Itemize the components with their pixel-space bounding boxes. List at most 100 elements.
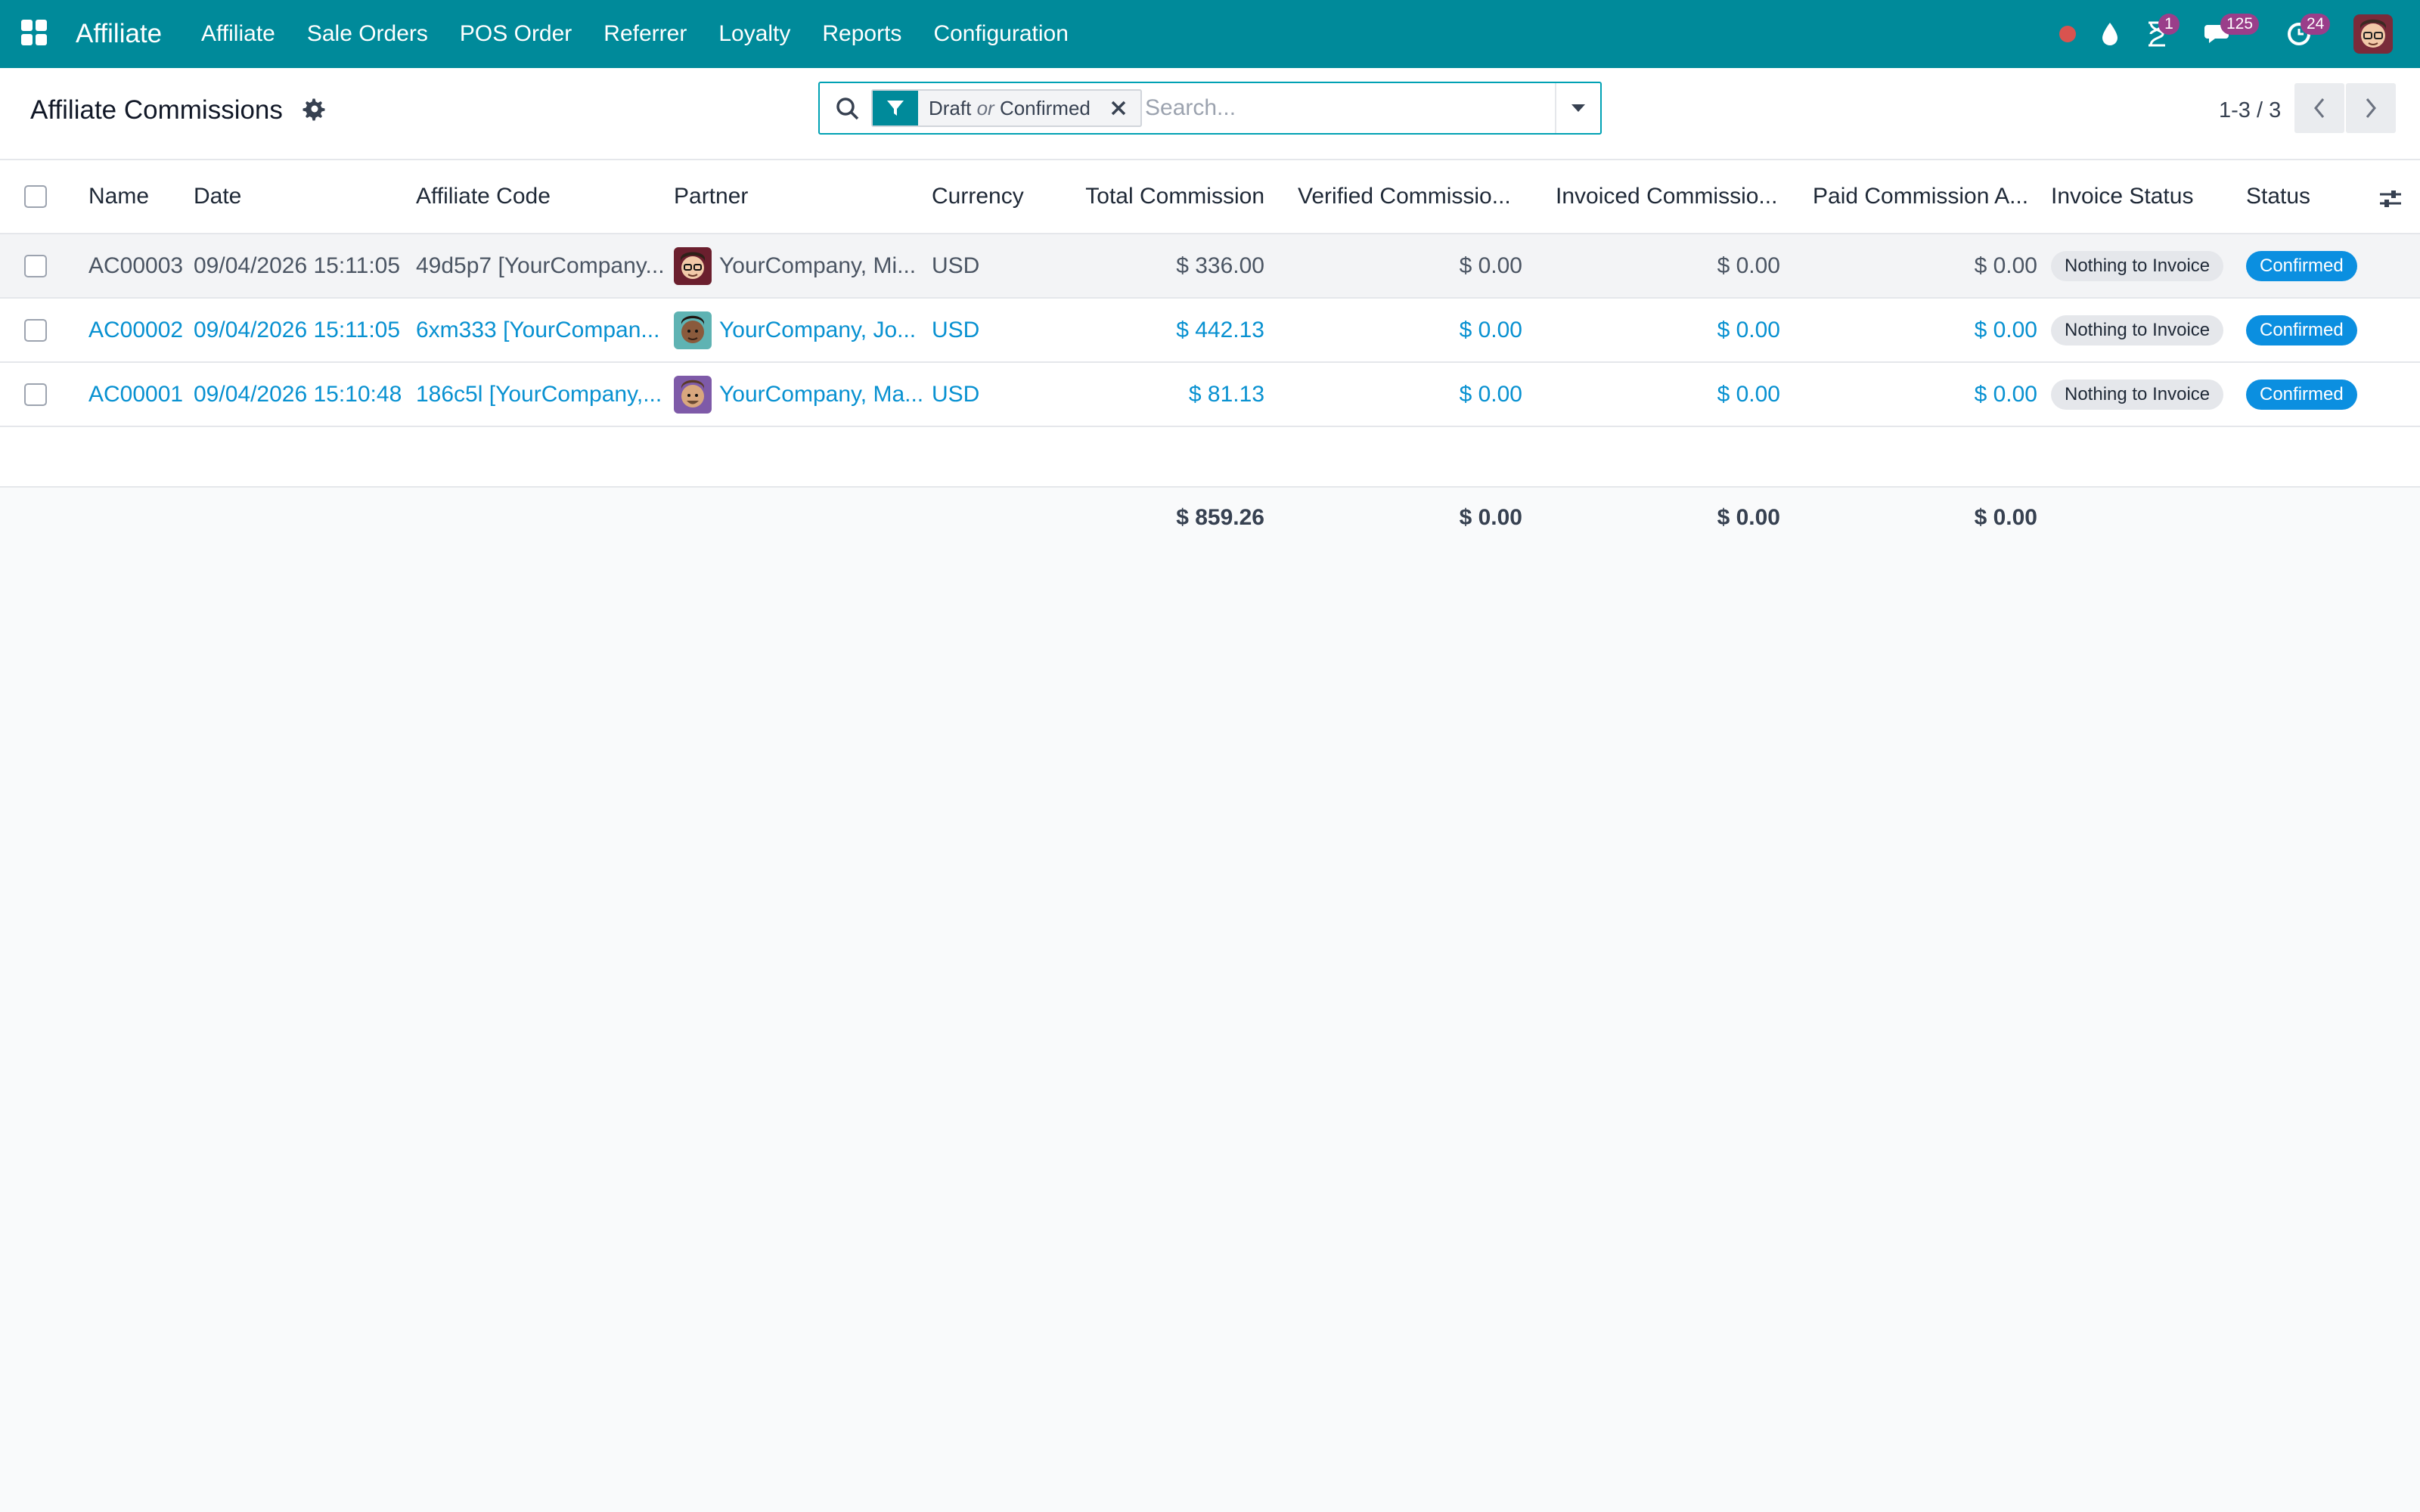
updates-clock-icon[interactable]: 24 (2282, 0, 2331, 68)
cell-total-commission[interactable]: $ 81.13 (1059, 363, 1264, 426)
status-badge: Confirmed (2246, 250, 2357, 281)
invoice-status-badge: Nothing to Invoice (2051, 314, 2224, 345)
facet-values: Draft or Confirmed (918, 97, 1091, 120)
invoice-status-badge: Nothing to Invoice (2051, 250, 2224, 281)
cell-name[interactable]: AC00002 (88, 299, 187, 361)
status-badge: Confirmed (2246, 314, 2357, 345)
row-checkbox[interactable] (24, 318, 47, 342)
cell-invoiced-commission[interactable]: $ 0.00 (1556, 234, 1780, 297)
row-checkbox[interactable] (24, 383, 47, 406)
cell-partner[interactable]: YourCompany, Ma... (674, 363, 923, 426)
column-header-date[interactable]: Date (194, 160, 405, 233)
messages-chat-icon[interactable]: 125 (2202, 0, 2260, 68)
column-header-total-commission[interactable]: Total Commission (1059, 160, 1264, 233)
menu-loyalty[interactable]: Loyalty (703, 0, 806, 68)
user-avatar[interactable] (2353, 14, 2393, 54)
table-row[interactable]: AC00002 09/04/2026 15:11:05 6xm333 [Your… (0, 299, 2420, 363)
cell-paid-commission[interactable]: $ 0.00 (1813, 363, 2037, 426)
invoice-status-badge: Nothing to Invoice (2051, 379, 2224, 410)
menu-pos-order[interactable]: POS Order (444, 0, 588, 68)
total-paid-commission: $ 0.00 (1974, 505, 2037, 530)
partner-avatar (674, 311, 712, 349)
pager-value[interactable]: 1-3 / 3 (2219, 91, 2281, 130)
app-brand[interactable]: Affiliate (76, 0, 162, 68)
cell-paid-commission[interactable]: $ 0.00 (1813, 299, 2037, 361)
column-header-affiliate-code[interactable]: Affiliate Code (416, 160, 658, 233)
column-header-paid-commission[interactable]: Paid Commission A... (1813, 160, 2032, 233)
cell-currency[interactable]: USD (932, 363, 1053, 426)
menu-reports[interactable]: Reports (806, 0, 917, 68)
page-title: Affiliate Commissions (30, 95, 283, 125)
cell-name[interactable]: AC00001 (88, 363, 187, 426)
column-header-verified-commission[interactable]: Verified Commissio... (1298, 160, 1525, 233)
cell-invoice-status[interactable]: Nothing to Invoice (2051, 234, 2240, 297)
search-options-toggle[interactable] (1555, 83, 1600, 133)
cell-affiliate-code[interactable]: 186c5l [YourCompany,... (416, 363, 666, 426)
column-header-name[interactable]: Name (88, 160, 187, 233)
column-header-invoiced-commission[interactable]: Invoiced Commissio... (1556, 160, 1782, 233)
table-footer-totals: $ 859.26 $ 0.00 $ 0.00 $ 0.00 (0, 488, 2420, 548)
apps-grid-icon[interactable] (21, 20, 48, 47)
cell-total-commission[interactable]: $ 336.00 (1059, 234, 1264, 297)
optional-columns-sliders-icon[interactable] (2378, 186, 2403, 212)
search-icon[interactable] (835, 96, 861, 122)
partner-name: YourCompany, Jo... (719, 317, 917, 342)
total-invoiced-commission: $ 0.00 (1717, 505, 1780, 530)
column-header-status[interactable]: Status (2246, 160, 2360, 233)
cell-date[interactable]: 09/04/2026 15:11:05 (194, 234, 408, 297)
chevron-right-icon (2366, 98, 2376, 118)
select-all-checkbox[interactable] (24, 185, 47, 208)
search-input[interactable] (1145, 89, 1523, 127)
cell-currency[interactable]: USD (932, 234, 1053, 297)
cell-verified-commission[interactable]: $ 0.00 (1298, 234, 1522, 297)
facet-value-confirmed: Confirmed (999, 96, 1091, 119)
table-row[interactable]: AC00003 09/04/2026 15:11:05 49d5p7 [Your… (0, 234, 2420, 299)
cell-status[interactable]: Confirmed (2246, 299, 2375, 361)
cell-invoiced-commission[interactable]: $ 0.00 (1556, 299, 1780, 361)
status-dot-icon[interactable] (2052, 0, 2083, 68)
cell-partner[interactable]: YourCompany, Mi... (674, 234, 923, 297)
row-checkbox[interactable] (24, 254, 47, 277)
gear-icon[interactable] (302, 97, 327, 121)
cell-date[interactable]: 09/04/2026 15:11:05 (194, 299, 408, 361)
caret-down-icon (1571, 104, 1585, 112)
droplet-icon[interactable] (2095, 0, 2125, 68)
cell-affiliate-code[interactable]: 49d5p7 [YourCompany... (416, 234, 666, 297)
facet-or-separator: or (976, 96, 994, 119)
chevron-left-icon (2314, 98, 2325, 118)
cell-status[interactable]: Confirmed (2246, 363, 2375, 426)
menu-sale-orders[interactable]: Sale Orders (291, 0, 444, 68)
search-facet-status: Draft or Confirmed (871, 89, 1142, 127)
column-header-partner[interactable]: Partner (674, 160, 916, 233)
cell-total-commission[interactable]: $ 442.13 (1059, 299, 1264, 361)
cell-invoiced-commission[interactable]: $ 0.00 (1556, 363, 1780, 426)
menu-configuration[interactable]: Configuration (917, 0, 1084, 68)
partner-name: YourCompany, Mi... (719, 253, 917, 278)
total-verified-commission: $ 0.00 (1459, 505, 1522, 530)
table-row[interactable]: AC00001 09/04/2026 15:10:48 186c5l [Your… (0, 363, 2420, 427)
cell-verified-commission[interactable]: $ 0.00 (1298, 363, 1522, 426)
column-header-currency[interactable]: Currency (932, 160, 1068, 233)
cell-currency[interactable]: USD (932, 299, 1053, 361)
partner-name: YourCompany, Ma... (719, 381, 923, 407)
cell-date[interactable]: 09/04/2026 15:10:48 (194, 363, 408, 426)
menu-referrer[interactable]: Referrer (588, 0, 703, 68)
row-select-cell (24, 299, 54, 361)
cell-invoice-status[interactable]: Nothing to Invoice (2051, 299, 2240, 361)
activity-hourglass-icon[interactable]: 1 (2140, 0, 2180, 68)
cell-affiliate-code[interactable]: 6xm333 [YourCompan... (416, 299, 666, 361)
cell-name[interactable]: AC00003 (88, 234, 187, 297)
filter-icon (873, 91, 918, 125)
pager-next-button[interactable] (2346, 83, 2396, 133)
cell-verified-commission[interactable]: $ 0.00 (1298, 299, 1522, 361)
cell-partner[interactable]: YourCompany, Jo... (674, 299, 923, 361)
cell-status[interactable]: Confirmed (2246, 234, 2375, 297)
status-badge: Confirmed (2246, 379, 2357, 410)
column-header-invoice-status[interactable]: Invoice Status (2051, 160, 2225, 233)
empty-row (0, 427, 2420, 488)
menu-affiliate[interactable]: Affiliate (201, 0, 291, 68)
pager-previous-button[interactable] (2294, 83, 2344, 133)
cell-paid-commission[interactable]: $ 0.00 (1813, 234, 2037, 297)
close-icon[interactable] (1107, 97, 1130, 119)
cell-invoice-status[interactable]: Nothing to Invoice (2051, 363, 2240, 426)
